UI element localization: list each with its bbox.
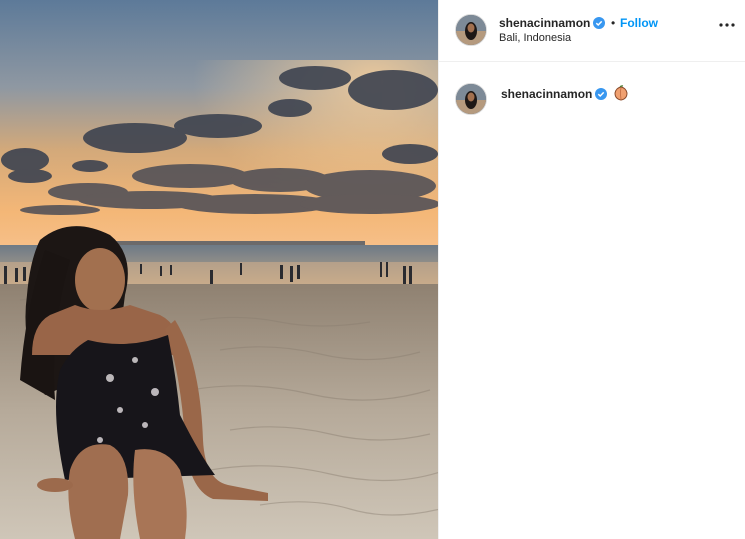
username-link[interactable]: shenacinnamon bbox=[499, 16, 606, 30]
username-text: shenacinnamon bbox=[499, 16, 591, 30]
more-options-icon[interactable] bbox=[718, 18, 736, 32]
peach-emoji-icon bbox=[614, 85, 628, 101]
post-details-panel: shenacinnamon • Follow Bali, Indonesia s… bbox=[438, 0, 745, 539]
caption-avatar[interactable] bbox=[455, 83, 487, 115]
post-header: shenacinnamon • Follow Bali, Indonesia bbox=[439, 0, 745, 62]
verified-badge-icon bbox=[593, 17, 606, 29]
verified-badge-icon bbox=[595, 88, 608, 100]
avatar-image bbox=[456, 15, 486, 45]
location-link[interactable]: Bali, Indonesia bbox=[499, 32, 571, 44]
post-photo[interactable] bbox=[0, 0, 438, 539]
separator-dot: • bbox=[611, 16, 616, 30]
caption-username-link[interactable]: shenacinnamon bbox=[501, 87, 608, 101]
avatar[interactable] bbox=[455, 14, 487, 46]
post-image bbox=[0, 0, 438, 539]
follow-button[interactable]: Follow bbox=[620, 16, 658, 30]
caption-username-text: shenacinnamon bbox=[501, 87, 593, 101]
avatar-image bbox=[456, 84, 486, 114]
